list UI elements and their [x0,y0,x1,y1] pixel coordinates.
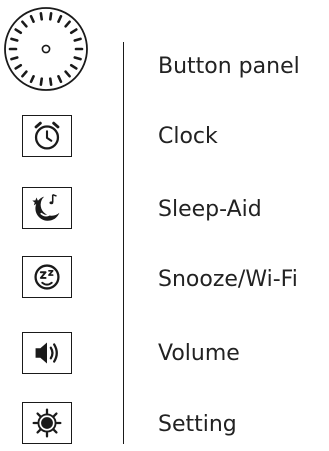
dial-knob-icon [4,7,88,91]
speaker-icon [22,332,72,374]
moon-music-icon [22,187,72,229]
label-volume: Volume [158,341,240,366]
label-setting: Setting [158,412,237,437]
snooze-face-icon [22,256,72,298]
label-snooze-wifi: Snooze/Wi-Fi [158,267,298,292]
label-sleep-aid: Sleep-Aid [158,197,262,222]
gear-sun-icon [22,402,72,444]
label-button-panel: Button panel [158,54,300,79]
alarm-clock-icon [22,115,72,157]
vertical-divider [123,42,125,444]
label-clock: Clock [158,124,218,149]
